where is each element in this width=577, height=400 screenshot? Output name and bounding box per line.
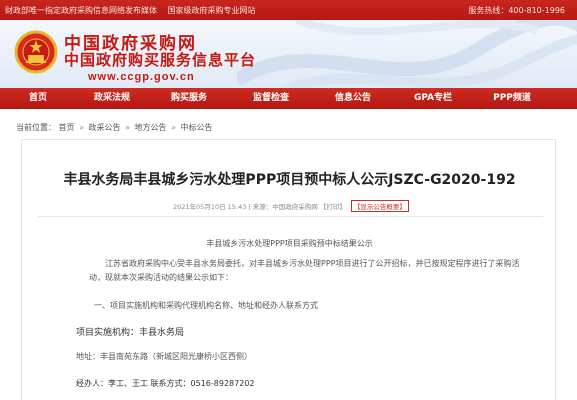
article-panel: 丰县水务局丰县城乡污水处理PPP项目预中标人公示JSZC-G2020-192 2… (21, 139, 556, 400)
breadcrumb-local[interactable]: 地方公告 (135, 123, 167, 132)
article-source: 来源：中国政府采购网 (252, 203, 318, 211)
article-subheading: 丰县城乡污水处理PPP项目采购预中标结果公示 (206, 239, 373, 248)
service-hotline: 服务热线：400-810-1996 (468, 6, 565, 15)
main-nav: 首页 政采法规 购买服务 监督检查 信息公告 GPA专栏 PPP频道 (0, 88, 577, 109)
breadcrumb-home[interactable]: 首页 (59, 123, 75, 132)
contact-info: 经办人：李工、王工 联系方式：0516-89287202 (76, 379, 255, 388)
nav-item-purchase-services[interactable]: 购买服务 (148, 88, 230, 109)
print-link[interactable]: 【打印】 (320, 203, 346, 211)
title-divider (38, 216, 543, 217)
site-subtitle: 中国政府购买服务信息平台 (64, 51, 257, 69)
professional-site-notice: 国家级政府采购专业网站 (167, 6, 256, 15)
show-summary-button[interactable]: 【显示公告概要】 (350, 200, 409, 212)
breadcrumb: 当前位置： 首页 » 政采公告 » 地方公告 » 中标公告 (16, 122, 213, 133)
site-banner: 中国政府采购网 中国政府购买服务信息平台 www.ccgp.gov.cn (0, 20, 577, 88)
breadcrumb-separator: » (79, 123, 84, 132)
nav-item-supervision[interactable]: 监督检查 (230, 88, 312, 109)
section-heading: 一、项目实施机构和采购代理机构名称、地址和经办人联系方式 (94, 301, 318, 310)
nav-item-gpa[interactable]: GPA专栏 (394, 88, 472, 109)
banner-swirl-decoration (237, 20, 577, 88)
nav-item-home[interactable]: 首页 (0, 88, 76, 109)
agency-address: 地址：丰县南苑东路（新城区阳光康桥小区西侧） (76, 352, 252, 361)
publish-date: 2021年05月10日 15:43 (173, 203, 247, 211)
site-url[interactable]: www.ccgp.gov.cn (88, 71, 195, 83)
article-meta: 2021年05月10日 15:43 | 来源：中国政府采购网 【打印】 【显示公… (173, 200, 409, 212)
article-intro: 江苏省政府采购中心受丰县水务局委托，对丰县城乡污水处理PPP项目进行了公开招标，… (89, 259, 520, 282)
official-media-notice: 财政部唯一指定政府采购信息网络发布媒体 (5, 6, 157, 15)
nav-item-regulations[interactable]: 政采法规 (76, 88, 148, 109)
top-notice-bar: 财政部唯一指定政府采购信息网络发布媒体 国家级政府采购专业网站 服务热线：400… (0, 0, 577, 20)
article-title: 丰县水务局丰县城乡污水处理PPP项目预中标人公示JSZC-G2020-192 (63, 172, 516, 188)
implementing-agency: 项目实施机构：丰县水务局 (76, 328, 185, 338)
breadcrumb-separator: » (125, 123, 130, 132)
top-notice-left: 财政部唯一指定政府采购信息网络发布媒体 国家级政府采购专业网站 (5, 5, 264, 16)
nav-item-announcements[interactable]: 信息公告 (312, 88, 394, 109)
breadcrumb-prefix: 当前位置： (16, 123, 56, 132)
breadcrumb-award[interactable]: 中标公告 (181, 123, 213, 132)
breadcrumb-announcements[interactable]: 政采公告 (89, 123, 121, 132)
national-emblem-icon[interactable] (14, 30, 58, 74)
nav-item-ppp[interactable]: PPP频道 (472, 88, 552, 109)
breadcrumb-separator: » (171, 123, 176, 132)
